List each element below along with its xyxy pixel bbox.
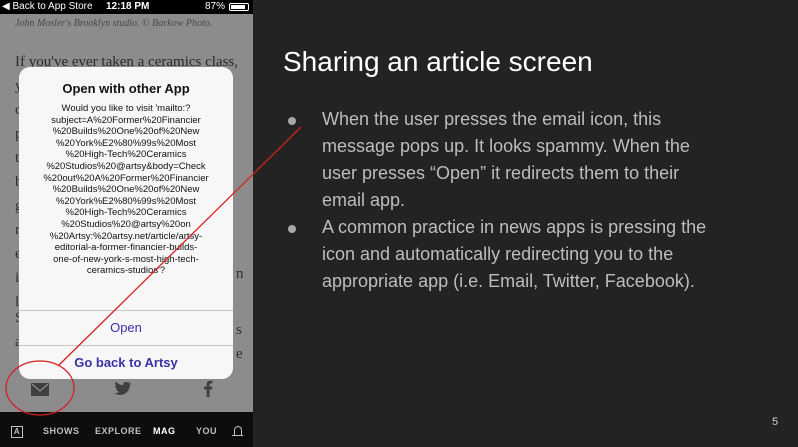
status-bar: ◀ Back to App Store 12:18 PM 87% — [0, 0, 253, 14]
nav-item-mag[interactable]: MAG — [153, 426, 176, 436]
twitter-icon[interactable] — [114, 380, 132, 401]
slide-page-number: 5 — [772, 416, 779, 428]
dialog-message-line: %20York%E2%80%99s%20Most — [55, 195, 197, 207]
dialog-message-line: %20Builds%20One%20of%20New — [52, 184, 200, 196]
open-with-app-dialog: Open with other App Would you like to vi… — [19, 67, 233, 379]
dialog-message-line: %20High-Tech%20Ceramics — [65, 149, 187, 161]
dialog-message-line: Would you like to visit 'mailto:? — [61, 103, 191, 114]
bullet-line: A common practice in news apps is pressi… — [322, 217, 707, 237]
photo-caption: John Mosler's Brooklyn studio. © Barkow … — [15, 18, 213, 29]
nav-item-explore[interactable]: EXPLORE — [95, 426, 142, 436]
bullet-dot-icon — [288, 117, 296, 125]
dialog-message-line: subject=A%20Former%20Financier — [51, 114, 201, 126]
dialog-message-line: ceramics-studios'? — [86, 265, 166, 277]
bullet-text: When the user presses the email icon, th… — [322, 106, 775, 214]
bell-icon[interactable] — [232, 426, 243, 436]
bullet-line: appropriate app (i.e. Email, Twitter, Fa… — [322, 271, 695, 291]
bullet-list: When the user presses the email icon, th… — [285, 106, 775, 295]
dialog-message-line: %20Studios%20@artsy&body=Check — [46, 160, 206, 172]
dialog-message-line: one-of-new-york-s-most-high-tech- — [53, 253, 199, 265]
dialog-message-line: %20High-Tech%20Ceramics — [65, 207, 187, 219]
bullet-line: email app. — [322, 190, 406, 210]
dialog-title: Open with other App — [62, 81, 190, 96]
dialog-message: Would you like to visit 'mailto:? subjec… — [29, 103, 223, 277]
dialog-message-line: %20Studios%20@artsy%20on — [61, 218, 191, 230]
go-back-to-artsy-button[interactable]: Go back to Artsy — [19, 345, 233, 379]
dialog-message-line: %20York%E2%80%99s%20Most — [55, 137, 197, 149]
nav-item-shows[interactable]: SHOWS — [43, 426, 80, 436]
bullet-line: When the user presses the email icon, th… — [322, 109, 662, 129]
bullet-line: user presses “Open” it redirects them to… — [322, 163, 680, 183]
status-time: 12:18 PM — [106, 1, 150, 12]
dialog-message-line: %20Artsy:%20artsy.net/article/artsy- — [49, 230, 203, 242]
nav-item-you[interactable]: YOU — [196, 426, 217, 436]
envelope-icon[interactable] — [31, 380, 49, 401]
battery-percent: 87% — [204, 1, 225, 12]
facebook-icon[interactable] — [203, 380, 213, 402]
dialog-message-line: %20out%20A%20Former%20Financier — [43, 172, 209, 184]
open-button[interactable]: Open — [19, 310, 233, 345]
back-to-app-store-link[interactable]: ◀ Back to App Store — [2, 1, 93, 12]
bullet-item: A common practice in news apps is pressi… — [285, 214, 775, 295]
battery-icon — [229, 3, 249, 11]
dialog-message-line: %20Builds%20One%20of%20New — [52, 126, 200, 138]
artsy-logo[interactable]: A — [11, 426, 23, 438]
dialog-message-line: editorial-a-former-financier-builds- — [54, 242, 198, 254]
bottom-nav: A SHOWS EXPLORE MAG YOU — [0, 412, 253, 447]
bullet-text: A common practice in news apps is pressi… — [322, 214, 775, 295]
slide-title: Sharing an article screen — [283, 46, 593, 77]
bullet-item: When the user presses the email icon, th… — [285, 106, 775, 214]
phone-screenshot: ◀ Back to App Store 12:18 PM 87% John Mo… — [0, 0, 253, 447]
bullet-line: icon and automatically redirecting you t… — [322, 244, 674, 264]
bullet-dot-icon — [288, 225, 296, 233]
bullet-line: message pops up. It looks spammy. When t… — [322, 136, 690, 156]
